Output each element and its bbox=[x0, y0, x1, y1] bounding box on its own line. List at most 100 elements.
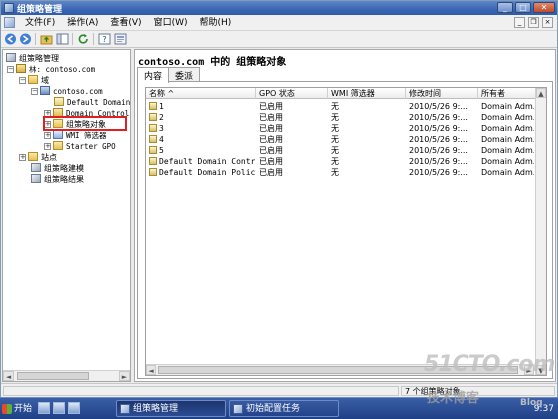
collapse-toggle[interactable]: − bbox=[7, 66, 14, 73]
table-row[interactable]: Default Domain Policy 已启用 无 2010/5/26 9:...… bbox=[146, 167, 546, 178]
scroll-up-arrow-icon[interactable]: ▲ bbox=[536, 88, 546, 98]
tree-item-domain[interactable]: − contoso.com bbox=[31, 86, 103, 97]
domains-folder-icon bbox=[28, 75, 38, 84]
tab-contents[interactable]: 内容 bbox=[137, 67, 170, 83]
tree-item-forest[interactable]: − 林: contoso.com bbox=[7, 64, 95, 75]
table-row[interactable]: 3 已启用 无 2010/5/26 9:... Domain Adm... bbox=[146, 123, 546, 134]
cell-text: 无 bbox=[331, 113, 339, 122]
menu-window[interactable]: 窗口(W) bbox=[148, 17, 194, 29]
tab-body: 名称 ^ GPO 状态 WMI 筛选器 修改时间 所有者 1 已启用无 2010/5… bbox=[137, 81, 553, 379]
tree-item-domains[interactable]: − 域 bbox=[19, 75, 49, 86]
gpo-icon bbox=[149, 135, 157, 143]
tree-item-default-domain-policy[interactable]: Default Domain bbox=[54, 97, 130, 108]
close-button[interactable]: ✕ bbox=[533, 2, 555, 13]
scroll-right-arrow-icon[interactable]: ► bbox=[119, 371, 130, 381]
toolbar: ? bbox=[1, 31, 557, 48]
details-pane: contoso.com 中的 组策略对象 内容 委派 名称 ^ GPO 状态 W… bbox=[134, 49, 556, 382]
table-row[interactable]: Default Domain Contr...已启用 无 2010/5/26 9:.… bbox=[146, 156, 546, 167]
tree-item-modeling[interactable]: 组策略建模 bbox=[31, 163, 84, 174]
pane-title: contoso.com 中的 组策略对象 bbox=[138, 57, 287, 68]
menu-action[interactable]: 操作(A) bbox=[61, 17, 104, 29]
column-header-wmi-filter[interactable]: WMI 筛选器 bbox=[328, 88, 406, 99]
column-header-gpo-status[interactable]: GPO 状态 bbox=[256, 88, 328, 99]
collapse-toggle[interactable]: − bbox=[31, 88, 38, 95]
wmi-filter-icon bbox=[53, 130, 63, 139]
cell-name: 2 bbox=[146, 112, 256, 123]
title-bar: 组策略管理 _ □ ✕ bbox=[1, 1, 557, 15]
gpo-icon bbox=[149, 113, 157, 121]
cell-modified: 2010/5/26 9:... bbox=[406, 167, 478, 178]
child-minimize-button[interactable]: _ bbox=[514, 17, 525, 28]
forward-arrow-icon[interactable] bbox=[19, 33, 32, 45]
taskbar-item-gpmc[interactable]: 组策略管理 bbox=[116, 400, 226, 417]
cell-owner: Domain Adm... bbox=[478, 101, 534, 112]
cell-name: 3 bbox=[146, 123, 256, 134]
child-close-button[interactable]: × bbox=[542, 17, 553, 28]
cell-text: Domain Adm... bbox=[481, 124, 534, 133]
cell-text: Domain Adm... bbox=[481, 113, 534, 122]
table-row[interactable]: 2 已启用 无 2010/5/26 9:... Domain Adm... bbox=[146, 112, 546, 123]
cell-name: 1 bbox=[146, 101, 256, 112]
cell-status: 已启用 bbox=[256, 167, 328, 178]
cell-text: 3 bbox=[159, 124, 164, 133]
cell-modified: 2010/5/26 9:... bbox=[406, 101, 478, 112]
scroll-thumb[interactable] bbox=[17, 372, 89, 380]
cell-status: 已启用 bbox=[256, 123, 328, 134]
maximize-button[interactable]: □ bbox=[515, 2, 531, 13]
server-manager-icon[interactable] bbox=[38, 402, 50, 414]
column-header-name[interactable]: 名称 ^ bbox=[146, 88, 256, 99]
show-hide-tree-icon[interactable] bbox=[56, 33, 69, 45]
column-header-modified[interactable]: 修改时间 bbox=[406, 88, 478, 99]
minimize-button[interactable]: _ bbox=[497, 2, 513, 13]
refresh-icon[interactable] bbox=[77, 33, 90, 45]
powershell-icon[interactable] bbox=[53, 402, 65, 414]
scroll-left-arrow-icon[interactable]: ◄ bbox=[3, 371, 14, 381]
child-restore-button[interactable]: ❐ bbox=[528, 17, 539, 28]
cell-wmi: 无 bbox=[328, 167, 406, 178]
table-row[interactable]: 1 已启用 无 2010/5/26 9:... Domain Adm... bbox=[146, 101, 546, 112]
menu-file[interactable]: 文件(F) bbox=[19, 17, 61, 29]
tree-item-starter-gpo[interactable]: + Starter GPO bbox=[44, 141, 116, 152]
taskbar-item-initial-config[interactable]: 初始配置任务 bbox=[229, 400, 339, 417]
watermark-logo: 51CTO.com bbox=[424, 352, 555, 377]
cell-status: 已启用 bbox=[256, 145, 328, 156]
gpmc-app-icon bbox=[120, 404, 130, 414]
table-row[interactable]: 5 已启用 无 2010/5/26 9:... Domain Adm... bbox=[146, 145, 546, 156]
expand-toggle[interactable]: + bbox=[44, 132, 51, 139]
up-folder-icon[interactable] bbox=[40, 33, 53, 45]
cell-text: Domain Adm... bbox=[481, 102, 534, 111]
help-icon[interactable]: ? bbox=[98, 33, 111, 45]
properties-icon[interactable] bbox=[114, 33, 127, 45]
scroll-left-arrow-icon[interactable]: ◄ bbox=[146, 365, 156, 375]
cell-name: Default Domain Policy bbox=[146, 167, 256, 178]
cell-wmi: 无 bbox=[328, 145, 406, 156]
tree-horizontal-scrollbar[interactable]: ◄ ► bbox=[3, 370, 130, 381]
column-header-owner[interactable]: 所有者 bbox=[478, 88, 534, 99]
cell-text: 已启用 bbox=[259, 113, 283, 122]
cell-text: 2010/5/26 9:... bbox=[409, 135, 468, 144]
cell-text: 无 bbox=[331, 102, 339, 111]
tree-item-root[interactable]: 组策略管理 bbox=[6, 53, 59, 64]
cell-wmi: 无 bbox=[328, 101, 406, 112]
menu-view[interactable]: 查看(V) bbox=[104, 17, 147, 29]
tree-item-wmi-filters[interactable]: + WMI 筛选器 bbox=[44, 130, 107, 141]
explorer-icon[interactable] bbox=[68, 402, 80, 414]
collapse-toggle[interactable]: − bbox=[19, 77, 26, 84]
cell-modified: 2010/5/26 9:... bbox=[406, 156, 478, 167]
menu-bar: 文件(F) 操作(A) 查看(V) 窗口(W) 帮助(H) _ ❐ × bbox=[1, 15, 557, 31]
cell-text: 无 bbox=[331, 135, 339, 144]
start-button[interactable]: 开始 bbox=[1, 401, 35, 417]
menu-help[interactable]: 帮助(H) bbox=[194, 17, 238, 29]
tree-item-results[interactable]: 组策略结果 bbox=[31, 174, 84, 185]
cell-text: 1 bbox=[159, 102, 164, 111]
tree-item-sites[interactable]: + 站点 bbox=[19, 152, 57, 163]
back-arrow-icon[interactable] bbox=[4, 33, 17, 45]
list-vertical-scrollbar[interactable]: ▲ ▼ bbox=[535, 88, 546, 375]
expand-toggle[interactable]: + bbox=[19, 154, 26, 161]
table-row[interactable]: 4 已启用 无 2010/5/26 9:... Domain Adm... bbox=[146, 134, 546, 145]
cell-text: Domain Adm... bbox=[481, 146, 534, 155]
status-cell-empty bbox=[3, 386, 399, 396]
expand-toggle[interactable]: + bbox=[44, 143, 51, 150]
console-icon[interactable] bbox=[4, 17, 15, 28]
cell-wmi: 无 bbox=[328, 134, 406, 145]
